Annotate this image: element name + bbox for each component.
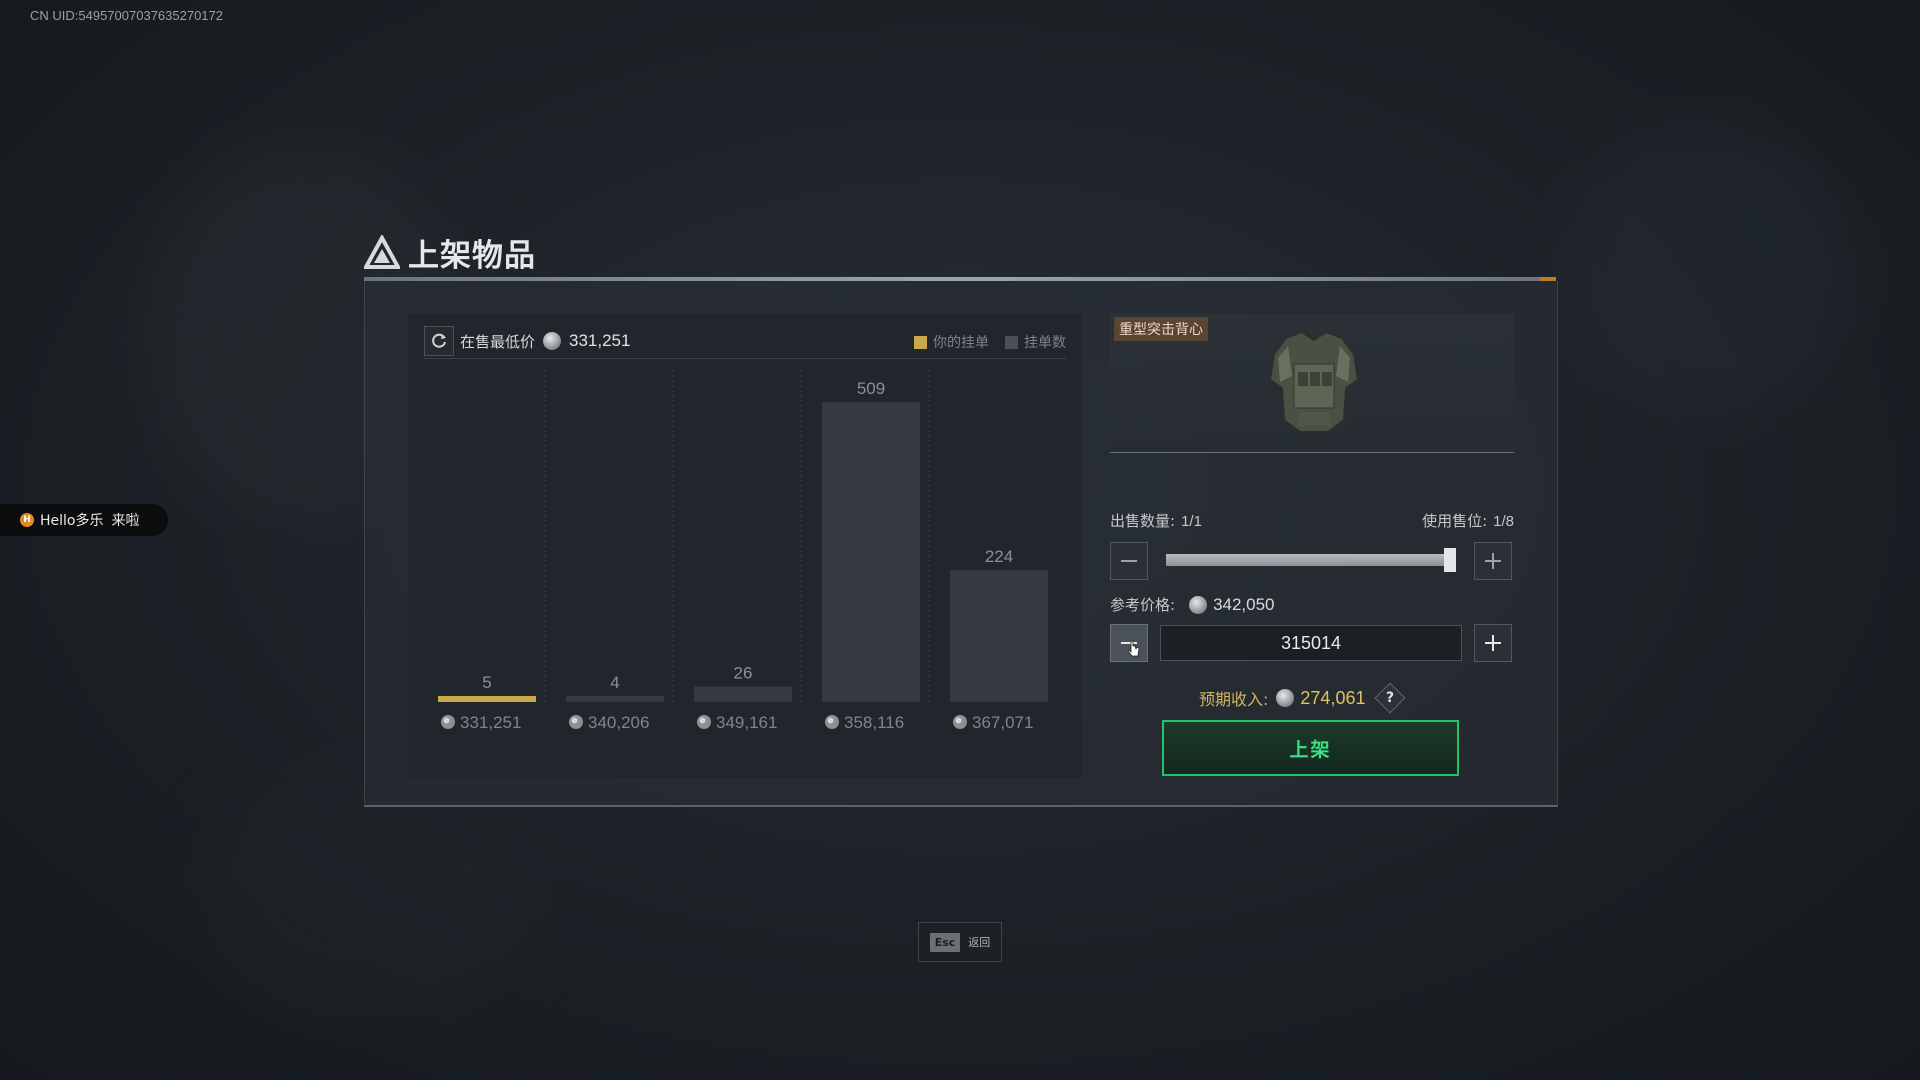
cursor-icon: [1127, 640, 1140, 657]
item-card: 重型突击背心: [1110, 314, 1514, 453]
bar-value-label: 509: [857, 379, 885, 398]
legend-count-label: 挂单数: [1024, 335, 1066, 351]
reference-price-row: 参考价格: 342,050: [1110, 594, 1275, 615]
sell-quantity-label: 出售数量:: [1110, 512, 1176, 530]
page-title: 上架物品: [408, 238, 536, 274]
bar-value-label: 4: [610, 673, 619, 692]
reference-price-label: 参考价格:: [1110, 596, 1176, 614]
bar-price-label: 358,116: [844, 713, 904, 732]
price-decrease-button[interactable]: [1110, 624, 1148, 662]
quantity-decrease-button[interactable]: [1110, 542, 1148, 580]
coin-icon: [1276, 689, 1295, 707]
coin-highlight: [699, 717, 706, 724]
bar-price-label: 349,161: [716, 713, 777, 732]
esc-key-icon: Esc: [929, 932, 961, 952]
quantity-slider-handle[interactable]: [1444, 548, 1456, 572]
notification-pill: H Hello多乐 来啦: [0, 504, 168, 536]
expected-income-label: 预期收入:: [1199, 690, 1269, 709]
bar-value-label: 26: [734, 664, 753, 683]
coin-highlight: [955, 717, 962, 724]
legend-yours-label: 你的挂单: [933, 335, 989, 351]
quantity-row: 出售数量: 1/1 使用售位: 1/8: [1110, 510, 1514, 531]
uid-label: CN UID:54957007037635270172: [30, 8, 223, 23]
expected-income-value: 274,061: [1300, 687, 1366, 708]
refresh-button[interactable]: [424, 326, 454, 356]
coin-highlight: [571, 717, 578, 724]
plus-icon-vertical: [1492, 635, 1494, 651]
user-badge-icon: H: [20, 513, 34, 527]
coin-highlight: [443, 717, 450, 724]
coin-icon: [543, 332, 562, 350]
slots-value: 1/8: [1493, 513, 1514, 530]
expected-income-row: 预期收入: 274,061 ?: [1199, 682, 1407, 714]
bar-value-label: 224: [985, 547, 1013, 566]
legend-yours: 你的挂单: [914, 332, 989, 352]
item-name-tag: 重型突击背心: [1114, 317, 1208, 341]
esc-back-label: 返回: [968, 936, 991, 949]
histogram-bar: [950, 569, 1048, 702]
plus-icon-vertical: [1492, 553, 1494, 569]
lowest-price-value: 331,251: [569, 331, 631, 350]
bar-price-label: 340,206: [588, 713, 649, 732]
histogram-bar: [822, 402, 920, 702]
help-button[interactable]: ?: [1374, 682, 1407, 714]
slots-label: 使用售位:: [1422, 512, 1488, 530]
histogram-bar: [566, 696, 664, 702]
esc-back-button[interactable]: Esc 返回: [918, 922, 1002, 962]
lowest-price-label: 在售最低价: [460, 332, 536, 351]
quantity-slider[interactable]: [1166, 548, 1456, 572]
notification-message: 来啦: [111, 513, 140, 529]
quantity-slider-fill: [1166, 554, 1450, 566]
bar-price-label: 331,251: [460, 713, 521, 732]
quantity-increase-button[interactable]: [1474, 542, 1512, 580]
delta-logo-icon: [364, 234, 400, 269]
price-increase-button[interactable]: [1474, 624, 1512, 662]
notification-user: Hello多乐: [40, 513, 104, 529]
legend-yours-swatch: [914, 335, 927, 349]
price-input[interactable]: [1160, 625, 1462, 661]
legend-count-swatch: [1005, 335, 1018, 349]
histogram-svg: 5 331,251 4 340,206 26 349,161 509 358,116 224 36…: [438, 370, 1048, 732]
histogram-bar: [438, 696, 536, 702]
legend-count: 挂单数: [1005, 332, 1066, 352]
histogram-bar: [694, 686, 792, 702]
sell-quantity-value: 1/1: [1181, 513, 1202, 530]
coin-highlight: [827, 717, 834, 724]
chart-legend: 你的挂单 挂单数: [898, 332, 1066, 352]
price-chart-panel: 在售最低价 331,251 你的挂单 挂单数 5 331,251 4 340,206 2…: [408, 314, 1082, 778]
bar-price-label: 367,071: [972, 713, 1033, 732]
price-histogram: 5 331,251 4 340,206 26 349,161 509 358,116 224 36…: [408, 362, 1082, 778]
list-item-button[interactable]: 上架: [1162, 720, 1459, 776]
minus-icon: [1121, 560, 1137, 562]
help-icon: ?: [1386, 690, 1395, 706]
vest-icon: [1268, 330, 1360, 433]
coin-icon: [1189, 595, 1208, 614]
refresh-icon: [432, 333, 446, 348]
chart-header: 在售最低价 331,251 你的挂单 挂单数: [424, 324, 1066, 359]
reference-price-value: 342,050: [1213, 594, 1275, 614]
dialog-title: 上架物品: [364, 230, 536, 275]
bar-value-label: 5: [482, 673, 491, 692]
